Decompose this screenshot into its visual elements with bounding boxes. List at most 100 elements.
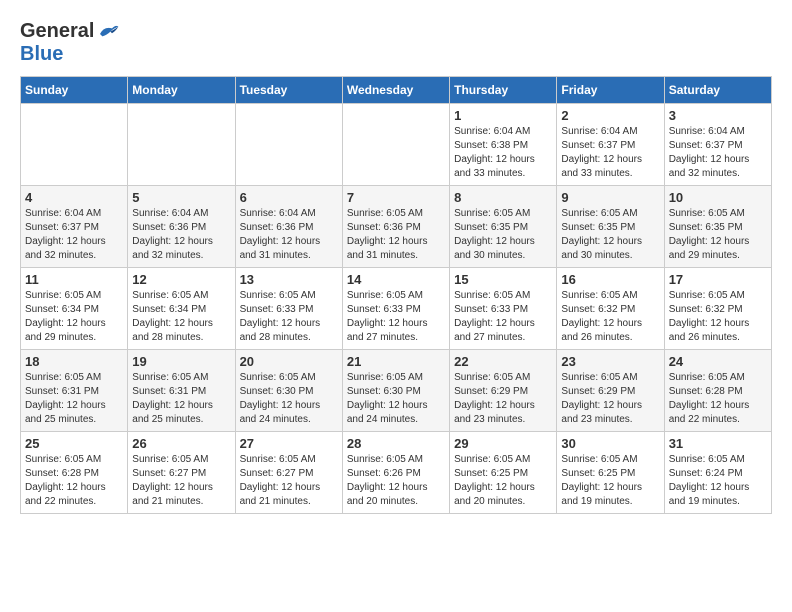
day-cell: 23 Sunrise: 6:05 AM Sunset: 6:29 PM Dayli… (557, 350, 664, 432)
day-number: 24 (669, 354, 767, 369)
day-cell: 13 Sunrise: 6:05 AM Sunset: 6:33 PM Dayli… (235, 268, 342, 350)
day-cell: 28Sunrise: 6:05 AM Sunset: 6:26 PM Dayli… (342, 432, 449, 514)
day-cell: 6 Sunrise: 6:04 AM Sunset: 6:36 PM Daylig… (235, 186, 342, 268)
day-info: Sunrise: 6:04 AM Sunset: 6:37 PM Dayligh… (25, 207, 123, 263)
day-info: Sunrise: 6:04 AM Sunset: 6:36 PM Dayligh… (132, 207, 230, 263)
day-number: 26 (132, 436, 230, 451)
day-number: 22 (454, 354, 552, 369)
day-info: Sunrise: 6:05 AM Sunset: 6:25 PM Dayligh… (561, 453, 659, 509)
weekday-header-wednesday: Wednesday (342, 77, 449, 104)
day-number: 4 (25, 190, 123, 205)
day-number: 14 (347, 272, 445, 287)
calendar-table: SundayMondayTuesdayWednesdayThursdayFrid… (20, 76, 772, 514)
day-cell: 22 Sunrise: 6:05 AM Sunset: 6:29 PM Dayli… (450, 350, 557, 432)
day-number: 20 (240, 354, 338, 369)
day-cell: 14 Sunrise: 6:05 AM Sunset: 6:33 PM Dayli… (342, 268, 449, 350)
day-cell (235, 104, 342, 186)
day-info: Sunrise: 6:04 AM Sunset: 6:37 PM Dayligh… (669, 125, 767, 181)
day-number: 11 (25, 272, 123, 287)
day-cell: 27 Sunrise: 6:05 AM Sunset: 6:27 PM Dayli… (235, 432, 342, 514)
day-cell (342, 104, 449, 186)
day-number: 23 (561, 354, 659, 369)
day-number: 13 (240, 272, 338, 287)
day-number: 1 (454, 108, 552, 123)
page: General Blue SundayMondayTuesdayWednesda… (0, 0, 792, 524)
day-cell (21, 104, 128, 186)
day-cell: 1Sunrise: 6:04 AM Sunset: 6:38 PM Daylig… (450, 104, 557, 186)
day-cell: 2Sunrise: 6:04 AM Sunset: 6:37 PM Daylig… (557, 104, 664, 186)
day-number: 19 (132, 354, 230, 369)
day-number: 7 (347, 190, 445, 205)
day-info: Sunrise: 6:05 AM Sunset: 6:35 PM Dayligh… (561, 207, 659, 263)
day-info: Sunrise: 6:05 AM Sunset: 6:25 PM Dayligh… (454, 453, 552, 509)
day-number: 16 (561, 272, 659, 287)
day-number: 31 (669, 436, 767, 451)
day-info: Sunrise: 6:05 AM Sunset: 6:30 PM Dayligh… (347, 371, 445, 427)
day-cell: 24Sunrise: 6:05 AM Sunset: 6:28 PM Dayli… (664, 350, 771, 432)
day-cell: 10 Sunrise: 6:05 AM Sunset: 6:35 PM Dayli… (664, 186, 771, 268)
day-info: Sunrise: 6:05 AM Sunset: 6:34 PM Dayligh… (132, 289, 230, 345)
day-cell: 18 Sunrise: 6:05 AM Sunset: 6:31 PM Dayli… (21, 350, 128, 432)
day-number: 18 (25, 354, 123, 369)
day-info: Sunrise: 6:05 AM Sunset: 6:31 PM Dayligh… (25, 371, 123, 427)
day-number: 3 (669, 108, 767, 123)
day-info: Sunrise: 6:04 AM Sunset: 6:36 PM Dayligh… (240, 207, 338, 263)
day-number: 9 (561, 190, 659, 205)
weekday-header-thursday: Thursday (450, 77, 557, 104)
logo-blue-text: Blue (20, 43, 63, 65)
weekday-header-saturday: Saturday (664, 77, 771, 104)
day-info: Sunrise: 6:05 AM Sunset: 6:27 PM Dayligh… (240, 453, 338, 509)
day-cell: 29 Sunrise: 6:05 AM Sunset: 6:25 PM Dayli… (450, 432, 557, 514)
day-cell: 11Sunrise: 6:05 AM Sunset: 6:34 PM Dayli… (21, 268, 128, 350)
weekday-header-tuesday: Tuesday (235, 77, 342, 104)
day-info: Sunrise: 6:05 AM Sunset: 6:33 PM Dayligh… (240, 289, 338, 345)
day-info: Sunrise: 6:05 AM Sunset: 6:35 PM Dayligh… (669, 207, 767, 263)
day-number: 8 (454, 190, 552, 205)
day-number: 17 (669, 272, 767, 287)
week-row-5: 25Sunrise: 6:05 AM Sunset: 6:28 PM Dayli… (21, 432, 772, 514)
day-info: Sunrise: 6:05 AM Sunset: 6:29 PM Dayligh… (561, 371, 659, 427)
day-cell: 19 Sunrise: 6:05 AM Sunset: 6:31 PM Dayli… (128, 350, 235, 432)
day-number: 12 (132, 272, 230, 287)
day-info: Sunrise: 6:05 AM Sunset: 6:33 PM Dayligh… (454, 289, 552, 345)
day-number: 5 (132, 190, 230, 205)
day-info: Sunrise: 6:05 AM Sunset: 6:28 PM Dayligh… (25, 453, 123, 509)
day-info: Sunrise: 6:05 AM Sunset: 6:29 PM Dayligh… (454, 371, 552, 427)
day-cell: 26 Sunrise: 6:05 AM Sunset: 6:27 PM Dayli… (128, 432, 235, 514)
day-cell: 20Sunrise: 6:05 AM Sunset: 6:30 PM Dayli… (235, 350, 342, 432)
day-cell: 5 Sunrise: 6:04 AM Sunset: 6:36 PM Daylig… (128, 186, 235, 268)
day-info: Sunrise: 6:05 AM Sunset: 6:32 PM Dayligh… (561, 289, 659, 345)
day-info: Sunrise: 6:05 AM Sunset: 6:27 PM Dayligh… (132, 453, 230, 509)
week-row-2: 4 Sunrise: 6:04 AM Sunset: 6:37 PM Daylig… (21, 186, 772, 268)
day-cell: 15Sunrise: 6:05 AM Sunset: 6:33 PM Dayli… (450, 268, 557, 350)
day-cell: 3 Sunrise: 6:04 AM Sunset: 6:37 PM Daylig… (664, 104, 771, 186)
day-info: Sunrise: 6:05 AM Sunset: 6:31 PM Dayligh… (132, 371, 230, 427)
weekday-header-monday: Monday (128, 77, 235, 104)
day-number: 29 (454, 436, 552, 451)
day-info: Sunrise: 6:05 AM Sunset: 6:33 PM Dayligh… (347, 289, 445, 345)
day-cell: 17Sunrise: 6:05 AM Sunset: 6:32 PM Dayli… (664, 268, 771, 350)
week-row-3: 11 Sunrise: 6:05 AM Sunset: 6:34 PM Dayli… (21, 268, 772, 350)
week-row-4: 18 Sunrise: 6:05 AM Sunset: 6:31 PM Dayli… (21, 350, 772, 432)
week-row-1: 1Sunrise: 6:04 AM Sunset: 6:38 PM Daylig… (21, 104, 772, 186)
day-cell: 8 Sunrise: 6:05 AM Sunset: 6:35 PM Daylig… (450, 186, 557, 268)
day-cell: 16 Sunrise: 6:05 AM Sunset: 6:32 PM Dayli… (557, 268, 664, 350)
day-cell (128, 104, 235, 186)
day-info: Sunrise: 6:05 AM Sunset: 6:35 PM Dayligh… (454, 207, 552, 263)
day-cell: 12 Sunrise: 6:05 AM Sunset: 6:34 PM Dayli… (128, 268, 235, 350)
day-number: 30 (561, 436, 659, 451)
logo-general: General (20, 20, 94, 43)
day-number: 10 (669, 190, 767, 205)
day-number: 6 (240, 190, 338, 205)
day-info: Sunrise: 6:05 AM Sunset: 6:24 PM Dayligh… (669, 453, 767, 509)
header: General Blue (20, 20, 772, 66)
day-number: 2 (561, 108, 659, 123)
day-number: 27 (240, 436, 338, 451)
logo: General Blue (20, 20, 120, 66)
weekday-header-friday: Friday (557, 77, 664, 104)
day-cell: 30 Sunrise: 6:05 AM Sunset: 6:25 PM Dayli… (557, 432, 664, 514)
logo-general-text: General (20, 20, 120, 43)
day-cell: 25Sunrise: 6:05 AM Sunset: 6:28 PM Dayli… (21, 432, 128, 514)
day-cell: 4 Sunrise: 6:04 AM Sunset: 6:37 PM Daylig… (21, 186, 128, 268)
day-cell: 9 Sunrise: 6:05 AM Sunset: 6:35 PM Daylig… (557, 186, 664, 268)
